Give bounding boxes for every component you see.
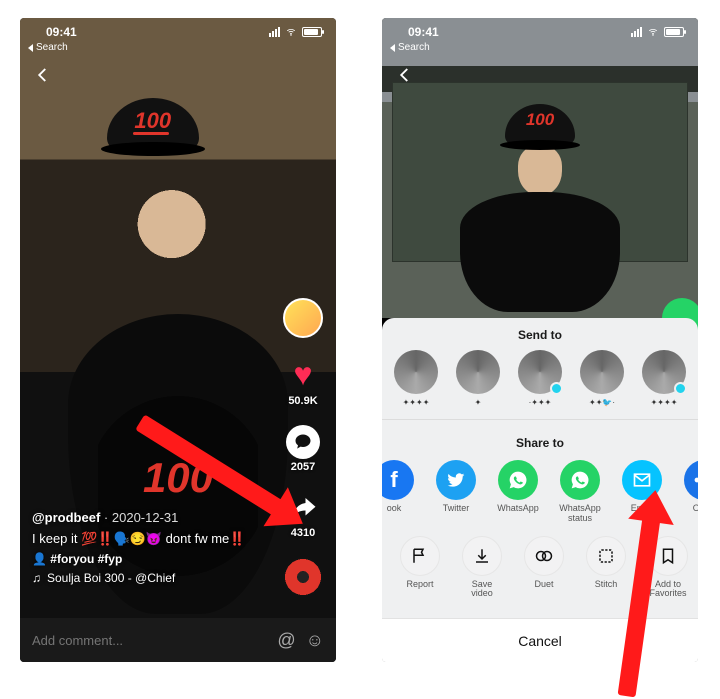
action-label: Duet [534, 580, 553, 589]
contact-avatar [642, 350, 686, 394]
twitter-icon [436, 460, 476, 500]
search-label: Search [36, 42, 68, 53]
action-label: Add to Favorites [646, 580, 690, 599]
status-bar: 09:41 [382, 18, 698, 42]
share-facebook[interactable]: f ook [382, 460, 416, 524]
contact-item[interactable]: ·✦✦✦ [518, 350, 562, 407]
share-whatsapp[interactable]: WhatsApp [496, 460, 540, 524]
contact-name: ·✦✦✦ [529, 398, 552, 407]
verified-icon [674, 382, 687, 395]
share-whatsapp-status[interactable]: WhatsApp status [558, 460, 602, 524]
screenshot-left: 09:41 Search 100 100 [20, 18, 336, 662]
back-triangle-icon [390, 44, 395, 52]
hat-graphic: 100 [107, 98, 199, 148]
whatsapp-icon [498, 460, 538, 500]
send-to-title: Send to [382, 318, 698, 348]
contact-avatar [456, 350, 500, 394]
hashtags[interactable]: #foryou #fyp [50, 552, 122, 566]
sound-disc-icon[interactable] [283, 557, 323, 597]
duet-icon [524, 536, 564, 576]
wifi-icon [284, 27, 298, 37]
mention-icon[interactable]: @ [277, 630, 295, 651]
share-other[interactable]: Other [682, 460, 698, 524]
music-icon: ♫ [32, 569, 41, 588]
contact-item[interactable]: ✦✦✦✦ [394, 350, 438, 407]
status-time: 09:41 [46, 25, 77, 39]
author-avatar[interactable] [283, 298, 323, 338]
report-icon [400, 536, 440, 576]
cancel-button[interactable]: Cancel [382, 618, 698, 662]
emoji-icon[interactable]: ☺ [306, 630, 324, 651]
video-frame[interactable]: 100 [382, 18, 698, 318]
action-label: Report [406, 580, 433, 589]
contact-name: ✦✦✦✦ [403, 398, 430, 407]
caption-text: I keep it 💯‼️🗣️😏😈 dont fw me‼️ [32, 529, 266, 550]
other-icon [684, 460, 698, 500]
battery-icon [302, 27, 322, 37]
search-label: Search [398, 42, 430, 53]
contact-item[interactable]: ✦ [456, 350, 500, 407]
share-label: Other [693, 504, 698, 514]
wifi-icon [646, 27, 660, 37]
post-date: 2020-12-31 [112, 510, 179, 525]
contact-name: ✦ [475, 398, 482, 407]
contact-avatar [518, 350, 562, 394]
like-count: 50.9K [288, 395, 317, 407]
music-title[interactable]: Soulja Boi 300 - @Chief [47, 569, 175, 588]
signal-icon [269, 27, 280, 37]
breadcrumb-search[interactable]: Search [28, 42, 68, 53]
verified-icon [550, 382, 563, 395]
share-to-title: Share to [382, 426, 698, 456]
action-report[interactable]: Report [398, 536, 442, 599]
whatsapp-status-icon [560, 460, 600, 500]
comment-input[interactable] [32, 633, 267, 648]
back-button[interactable] [396, 66, 414, 84]
share-label: WhatsApp [497, 504, 539, 514]
back-button[interactable] [34, 66, 52, 84]
contact-avatar [580, 350, 624, 394]
contact-name: ✦✦✦✦ [651, 398, 678, 407]
author-handle[interactable]: @prodbeef [32, 510, 100, 525]
share-twitter[interactable]: Twitter [434, 460, 478, 524]
share-label: ook [387, 504, 402, 514]
facebook-icon: f [382, 460, 414, 500]
contact-item[interactable]: ✦✦✦✦ [642, 350, 686, 407]
action-duet[interactable]: Duet [522, 536, 566, 599]
comment-bar: @ ☺ [20, 618, 336, 662]
contact-avatar [394, 350, 438, 394]
comment-icon[interactable] [286, 425, 320, 459]
breadcrumb-search[interactable]: Search [390, 42, 430, 53]
battery-icon [664, 27, 684, 37]
signal-icon [631, 27, 642, 37]
action-rail: ♥ 50.9K 2057 4310 [280, 298, 326, 597]
contact-name: ✦✦🐦· [589, 398, 615, 407]
action-save-video[interactable]: Save video [460, 536, 504, 599]
status-bar: 09:41 [20, 18, 336, 42]
contact-item[interactable]: ✦✦🐦· [580, 350, 624, 407]
share-label: Twitter [443, 504, 470, 514]
action-label: Save video [460, 580, 504, 599]
status-time: 09:41 [408, 25, 439, 39]
like-icon[interactable]: ♥ [293, 356, 312, 393]
action-label: Stitch [595, 580, 618, 589]
comment-count: 2057 [291, 461, 315, 473]
share-label: WhatsApp status [558, 504, 602, 524]
stitch-icon [586, 536, 626, 576]
save-video-icon [462, 536, 502, 576]
contacts-row[interactable]: ✦✦✦✦✦·✦✦✦✦✦🐦·✦✦✦✦ [382, 348, 698, 413]
action-stitch[interactable]: Stitch [584, 536, 628, 599]
video-caption: @prodbeef · 2020-12-31 I keep it 💯‼️🗣️😏😈… [32, 508, 266, 588]
back-triangle-icon [28, 44, 33, 52]
